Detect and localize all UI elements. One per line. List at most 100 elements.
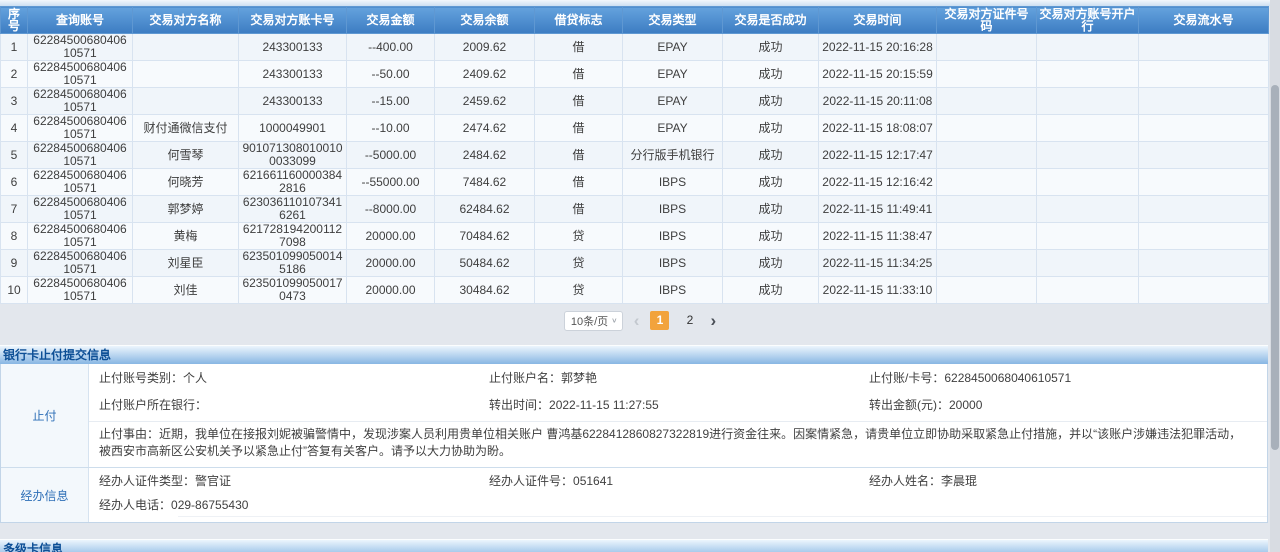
next-page-button[interactable]: › [710, 312, 716, 329]
table-cell [1139, 277, 1269, 304]
field-value: 个人 [183, 371, 207, 385]
table-cell: 2009.62 [435, 34, 535, 61]
table-cell [1037, 142, 1139, 169]
table-row: 16228450068040610571243300133--400.00200… [1, 34, 1269, 61]
table-cell: 2474.62 [435, 115, 535, 142]
table-cell: 6228450068040610571 [28, 88, 133, 115]
handler-group: 经办信息 经办人证件类型：警官证 经办人证件号：051641 经办人姓名：李晨琨… [1, 467, 1267, 522]
table-cell: 8 [1, 223, 28, 250]
field-label: 转出金额(元)： [869, 398, 949, 412]
table-cell: 6216611600003842816 [239, 169, 347, 196]
table-cell: 2022-11-15 11:34:25 [819, 250, 937, 277]
scrollbar-thumb[interactable] [1271, 85, 1279, 450]
table-cell: 6228450068040610571 [28, 61, 133, 88]
table-cell [1139, 196, 1269, 223]
table-cell: 何雪琴 [133, 142, 239, 169]
table-cell [937, 115, 1037, 142]
table-cell: 6217281942001127098 [239, 223, 347, 250]
handler-field-row: 经办人证件类型：警官证 经办人证件号：051641 经办人姓名：李晨琨 [89, 468, 1267, 492]
page-button-2[interactable]: 2 [680, 311, 699, 330]
table-cell [1139, 250, 1269, 277]
table-row: 96228450068040610571刘星臣62350109905001451… [1, 250, 1269, 277]
table-cell: 9010713080100100033099 [239, 142, 347, 169]
field-value: 警官证 [195, 474, 231, 488]
table-cell: 70484.62 [435, 223, 535, 250]
table-cell: 贷 [535, 250, 623, 277]
multilevel-section-title: 多级卡信息 [0, 539, 1268, 552]
table-cell [937, 61, 1037, 88]
table-cell: 2484.62 [435, 142, 535, 169]
field-label: 经办人姓名： [869, 474, 941, 488]
table-row: 86228450068040610571黄梅621728194200112709… [1, 223, 1269, 250]
table-cell [1037, 88, 1139, 115]
table-cell: 2022-11-15 11:38:47 [819, 223, 937, 250]
page-size-label: 10条/页 [571, 313, 608, 329]
table-cell: 2022-11-15 11:33:10 [819, 277, 937, 304]
column-header: 交易余额 [435, 7, 535, 34]
handler-field-row: 经办人电话：029-86755430 [89, 492, 1267, 516]
table-row: 76228450068040610571郭梦婷62303611010734162… [1, 196, 1269, 223]
table-row: 26228450068040610571243300133--50.002409… [1, 61, 1269, 88]
prev-page-button[interactable]: ‹ [634, 312, 640, 329]
table-cell [1037, 196, 1139, 223]
table-cell: 6228450068040610571 [28, 34, 133, 61]
table-cell: 成功 [723, 250, 819, 277]
column-header: 交易是否成功 [723, 7, 819, 34]
column-header: 序号 [1, 7, 28, 34]
page-button-1[interactable]: 1 [650, 311, 669, 330]
table-cell: --10.00 [347, 115, 435, 142]
page-size-select[interactable]: 10条/页 ∨ [564, 311, 623, 331]
stop-payment-group-label: 止付 [1, 364, 89, 467]
table-cell [1139, 115, 1269, 142]
table-cell: 7484.62 [435, 169, 535, 196]
table-cell: 郭梦婷 [133, 196, 239, 223]
table-row: 106228450068040610571刘佳62350109905001704… [1, 277, 1269, 304]
table-cell: 成功 [723, 88, 819, 115]
table-row: 46228450068040610571财付通微信支付1000049901--1… [1, 115, 1269, 142]
field-value: 20000 [949, 398, 982, 412]
field-value: 2022-11-15 11:27:55 [549, 398, 659, 412]
table-cell: 20000.00 [347, 223, 435, 250]
field-label: 止付账号类别： [99, 371, 183, 385]
table-cell: EPAY [623, 34, 723, 61]
table-cell: 2022-11-15 12:17:47 [819, 142, 937, 169]
table-cell [1139, 169, 1269, 196]
table-cell [1037, 115, 1139, 142]
table-cell: 5 [1, 142, 28, 169]
table-cell: 黄梅 [133, 223, 239, 250]
table-cell: 借 [535, 142, 623, 169]
table-cell: 借 [535, 169, 623, 196]
column-header: 交易对方账号开户行 [1037, 7, 1139, 34]
table-cell: 2022-11-15 20:11:08 [819, 88, 937, 115]
table-cell [133, 61, 239, 88]
table-cell: IBPS [623, 196, 723, 223]
table-cell: 6235010990500170473 [239, 277, 347, 304]
field-value: 051641 [573, 474, 613, 488]
table-cell: 30484.62 [435, 277, 535, 304]
table-cell: 2022-11-15 18:08:07 [819, 115, 937, 142]
table-cell [1139, 61, 1269, 88]
table-cell [1139, 34, 1269, 61]
table-cell: 4 [1, 115, 28, 142]
table-cell: 借 [535, 115, 623, 142]
table-cell: 20000.00 [347, 250, 435, 277]
table-cell: 成功 [723, 223, 819, 250]
table-cell: --8000.00 [347, 196, 435, 223]
field-label: 止付账/卡号： [869, 371, 944, 385]
field-label: 经办人证件号： [489, 474, 573, 488]
table-cell: 2 [1, 61, 28, 88]
vertical-scrollbar[interactable] [1270, 0, 1280, 552]
table-row: 56228450068040610571何雪琴90107130801001000… [1, 142, 1269, 169]
table-cell: 6228450068040610571 [28, 169, 133, 196]
table-cell: 6228450068040610571 [28, 115, 133, 142]
stop-payment-field-row: 止付账号类别：个人 止付账户名：郭梦艳 止付账/卡号：6228450068040… [89, 364, 1267, 391]
table-cell: IBPS [623, 223, 723, 250]
table-cell: 贷 [535, 277, 623, 304]
column-header: 借贷标志 [535, 7, 623, 34]
table-cell: 6 [1, 169, 28, 196]
table-cell: IBPS [623, 169, 723, 196]
table-cell [133, 34, 239, 61]
table-cell: 2022-11-15 20:15:59 [819, 61, 937, 88]
table-cell: 刘星臣 [133, 250, 239, 277]
table-cell: --55000.00 [347, 169, 435, 196]
